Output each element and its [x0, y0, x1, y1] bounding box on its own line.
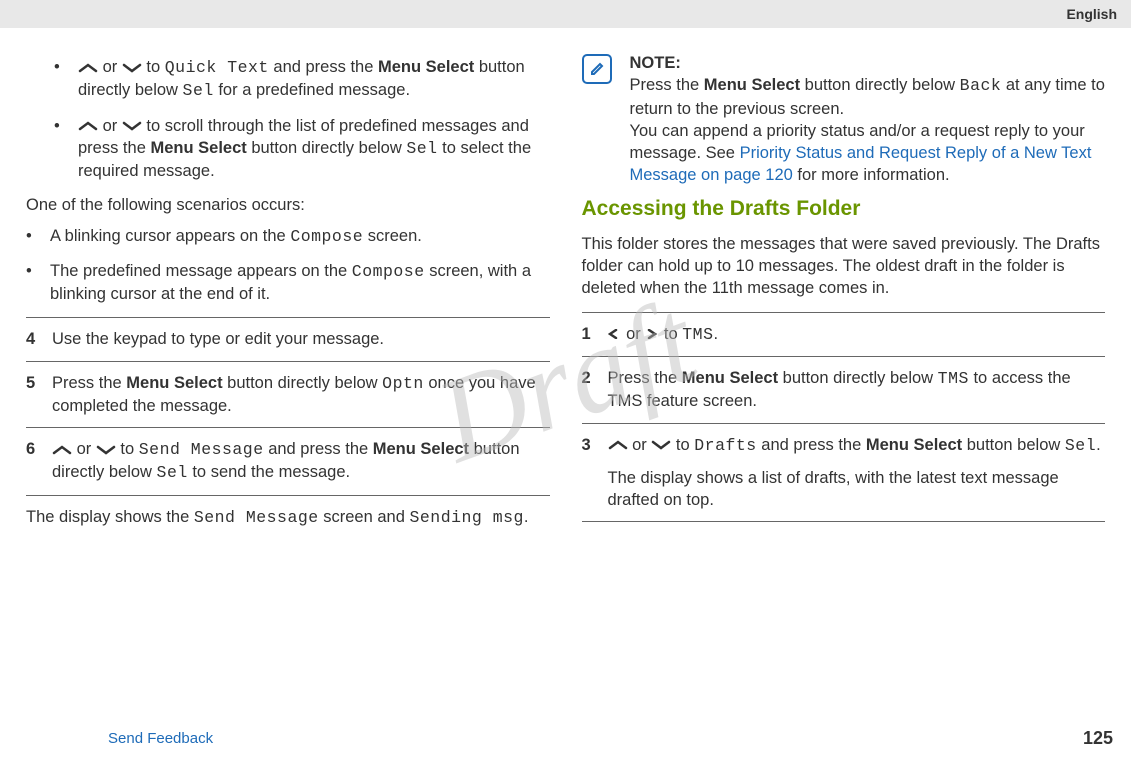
- language-label: English: [1066, 6, 1117, 22]
- step-row: 6 or to Send Message and press the Menu …: [26, 438, 550, 485]
- divider: [26, 495, 550, 496]
- up-arrow-icon: [52, 445, 72, 455]
- bullet-item: • A blinking cursor appears on the Compo…: [26, 225, 550, 248]
- down-arrow-icon: [122, 63, 142, 73]
- divider: [26, 427, 550, 428]
- page-number: 125: [1083, 728, 1113, 749]
- divider: [582, 521, 1106, 522]
- up-arrow-icon: [78, 121, 98, 131]
- note-icon: [582, 54, 612, 84]
- note-block: NOTE: Press the Menu Select button direc…: [582, 52, 1106, 187]
- left-column: • or to Quick Text and press the Menu Se…: [10, 52, 566, 532]
- top-bar: English: [0, 0, 1131, 28]
- step-row: 3 or to Drafts and press the Menu Select…: [582, 434, 1106, 512]
- divider: [582, 423, 1106, 424]
- left-arrow-icon: [608, 329, 622, 339]
- divider: [26, 317, 550, 318]
- note-title: NOTE:: [630, 52, 1106, 74]
- step-row: 4 Use the keypad to type or edit your me…: [26, 328, 550, 350]
- scenario-intro: One of the following scenarios occurs:: [26, 194, 550, 216]
- down-arrow-icon: [122, 121, 142, 131]
- right-arrow-icon: [645, 329, 659, 339]
- step-row: 5 Press the Menu Select button directly …: [26, 372, 550, 418]
- step-row: 2 Press the Menu Select button directly …: [582, 367, 1106, 413]
- divider: [582, 356, 1106, 357]
- tail-text: The display shows the Send Message scree…: [26, 506, 550, 529]
- section-intro: This folder stores the messages that wer…: [582, 233, 1106, 300]
- content: • or to Quick Text and press the Menu Se…: [0, 28, 1131, 592]
- up-arrow-icon: [608, 440, 628, 450]
- right-column: NOTE: Press the Menu Select button direc…: [566, 52, 1122, 532]
- bullet-item: • or to scroll through the list of prede…: [54, 115, 550, 183]
- step-row: 1 or to TMS.: [582, 323, 1106, 346]
- divider: [26, 361, 550, 362]
- up-arrow-icon: [78, 63, 98, 73]
- divider: [582, 312, 1106, 313]
- bullet-item: • or to Quick Text and press the Menu Se…: [54, 56, 550, 103]
- section-title: Accessing the Drafts Folder: [582, 195, 1106, 223]
- down-arrow-icon: [96, 445, 116, 455]
- down-arrow-icon: [651, 440, 671, 450]
- bullet-item: • The predefined message appears on the …: [26, 260, 550, 306]
- footer: Send Feedback 125: [0, 728, 1131, 749]
- send-feedback-link[interactable]: Send Feedback: [108, 730, 213, 747]
